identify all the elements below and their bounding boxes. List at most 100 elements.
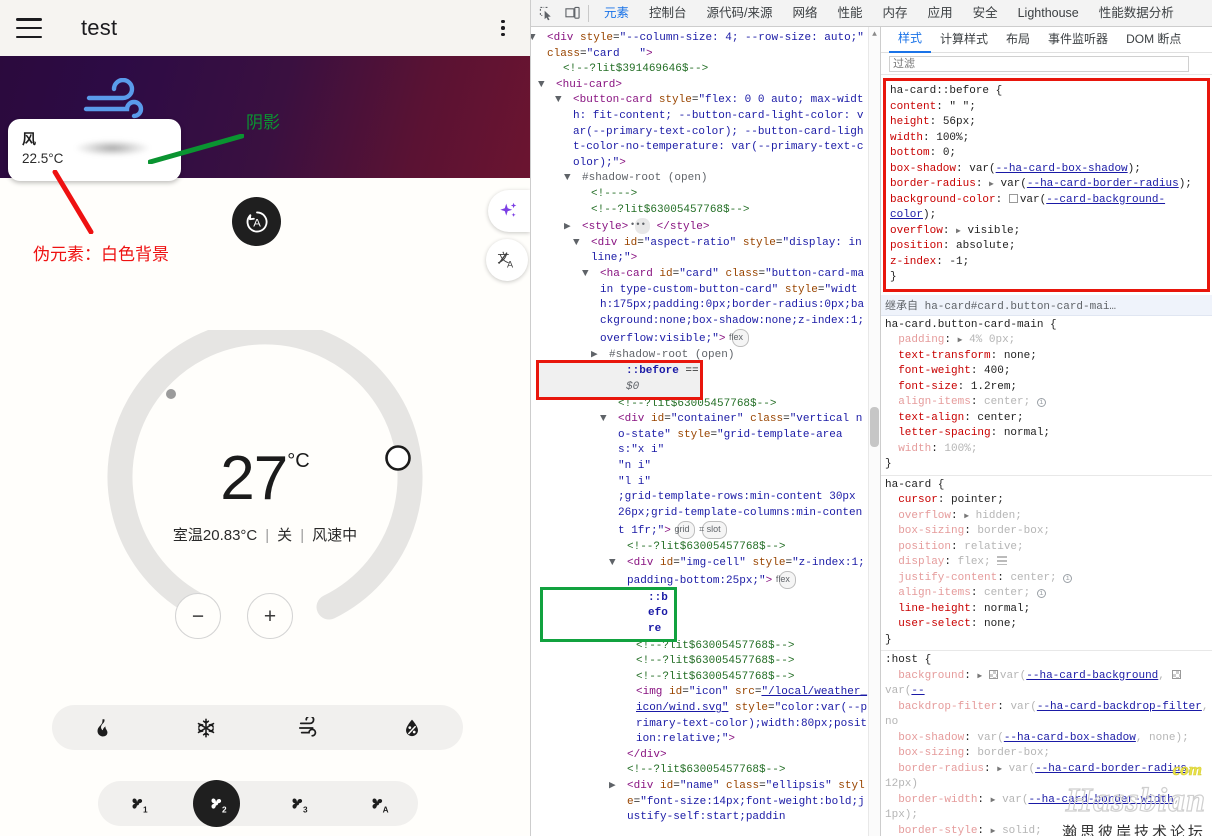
css-selector[interactable]: ha-card::before {	[890, 84, 1203, 100]
tab-dom-breakpoints[interactable]: DOM 断点	[1117, 27, 1190, 52]
dom-node-card-div[interactable]: ▼ <div style="--column-size: 4; --row-siz…	[531, 31, 868, 62]
css-rule-ha-card[interactable]: ha-card { cursor: pointer; overflow: ▶ h…	[881, 476, 1212, 651]
ai-sparkle-button[interactable]	[488, 190, 530, 232]
flex-editor-icon[interactable]	[997, 556, 1008, 565]
thermostat-dial[interactable]: 27°C 室温20.83°C | 关 | 风速中	[105, 319, 425, 630]
ha-toolbar: test	[0, 0, 530, 56]
css-declaration: box-sizing: border-box;	[898, 525, 1051, 537]
info-icon[interactable]: i	[1036, 589, 1046, 598]
kebab-icon[interactable]	[492, 17, 514, 39]
hamburger-icon[interactable]	[16, 18, 42, 38]
tab-computed[interactable]: 计算样式	[931, 27, 997, 52]
dom-comment-lit-3: <!--?lit$63005457768$-->	[627, 541, 786, 553]
dom-scroll-thumb[interactable]	[870, 407, 879, 447]
mode-fan-only[interactable]	[258, 716, 361, 739]
fan-speed-1[interactable]: 1	[98, 793, 178, 815]
home-assistant-panel: test 风 22.5°C 阴影 伪元素：白色背景 A A 27°C 室温20.…	[0, 0, 530, 836]
fan-speed-auto[interactable]: A	[338, 793, 418, 815]
color-swatch[interactable]	[988, 669, 998, 679]
tab-memory[interactable]: 内存	[873, 0, 918, 26]
dom-comment-lit-4: <!--?lit$63005457768$-->	[636, 639, 795, 652]
dom-node-before-selected[interactable]: ::before == $0	[536, 360, 703, 400]
info-icon[interactable]: i	[1063, 573, 1073, 583]
dom-node-shadow-root-2[interactable]: ▶ #shadow-root (open)	[531, 348, 868, 364]
dom-node-shadow-root-1[interactable]: ▼ #shadow-root (open)	[531, 171, 868, 187]
tab-performance-insights[interactable]: 性能数据分析	[1089, 0, 1184, 26]
color-swatch[interactable]	[1008, 193, 1018, 203]
css-declaration: display: flex;	[885, 555, 1212, 571]
temperature-increase-button[interactable]: +	[247, 593, 293, 639]
css-rule-close: }	[885, 633, 892, 646]
dom-comment-lit-5: <!--?lit$63005457768$-->	[636, 655, 795, 668]
dom-node-name-div[interactable]: ▶ <div id="name" class="ellipsis" style="…	[531, 779, 868, 826]
css-declaration: height: 56px;	[890, 116, 976, 128]
tab-sources[interactable]: 源代码/来源	[697, 0, 783, 26]
fan-1-icon: 1	[132, 798, 148, 814]
mode-cool[interactable]	[155, 717, 258, 739]
css-declaration: overflow: ▶ visible;	[890, 224, 1021, 237]
styles-tab-bar: 样式 计算样式 布局 事件监听器 DOM 断点	[881, 27, 1212, 53]
css-declaration: font-size: 1.2rem;	[898, 380, 1018, 393]
tab-console[interactable]: 控制台	[639, 0, 697, 26]
wind-flow-icon	[298, 716, 317, 737]
scroll-up-arrow[interactable]: ▲	[870, 30, 879, 39]
css-rule-close: }	[890, 271, 897, 283]
svg-text:1: 1	[143, 805, 148, 814]
dom-node-style[interactable]: ▶ <style> ••• </style>	[531, 218, 868, 236]
slot-badge[interactable]: ⌗ slot	[699, 521, 727, 539]
screenshot-root: test 风 22.5°C 阴影 伪元素：白色背景 A A 27°C 室温20.…	[0, 0, 1212, 836]
dom-tree-pane[interactable]: ▼ <div style="--column-size: 4; --row-siz…	[531, 27, 880, 836]
css-selector[interactable]: :host {	[885, 653, 1212, 669]
temperature-decrease-button[interactable]: −	[175, 593, 221, 639]
auto-mode-icon: A	[246, 211, 267, 232]
thermostat-readout: 27°C 室温20.83°C | 关 | 风速中	[105, 448, 425, 545]
dom-node-button-card[interactable]: ▼ <button-card style="flex: 0 0 auto; max…	[531, 93, 868, 171]
pseudo-annotation-label: 伪元素：白色背景	[33, 245, 169, 264]
css-rule-ha-card-before[interactable]: ha-card::before { content: " "; height: …	[883, 78, 1210, 292]
tab-elements[interactable]: 元素	[594, 0, 639, 26]
tab-security[interactable]: 安全	[963, 0, 1008, 26]
dom-node-img-icon[interactable]: <img id="icon" src="/local/weather_icon/…	[531, 685, 868, 747]
styles-filter-input[interactable]	[889, 55, 1189, 72]
tab-performance[interactable]: 性能	[828, 0, 873, 26]
fan-2-icon: 2	[211, 798, 227, 814]
tab-layout[interactable]: 布局	[997, 27, 1039, 52]
dom-tree-scrollbar[interactable]: ▲	[868, 27, 880, 836]
grid-badge[interactable]: grid	[674, 521, 696, 539]
auto-mode-badge[interactable]: A	[232, 197, 281, 246]
device-toolbar-icon[interactable]	[561, 2, 583, 24]
current-temperature: 室温20.83°C	[172, 527, 258, 544]
dom-node-container[interactable]: ▼ <div id="container" class="vertical no-…	[531, 412, 868, 540]
dom-node-hui-card[interactable]: ▼ <hui-card>	[531, 78, 868, 94]
css-selector[interactable]: ha-card.button-card-main {	[885, 318, 1212, 334]
fan-speed-2-active[interactable]: 2	[193, 780, 240, 827]
inspect-element-icon[interactable]	[535, 2, 557, 24]
tab-styles[interactable]: 样式	[889, 27, 932, 53]
css-declaration: align-items: center; i	[885, 586, 1212, 602]
devtools-panel: 元素 控制台 源代码/来源 网络 性能 内存 应用 安全 Lighthouse …	[530, 0, 1212, 836]
dom-node-ha-card[interactable]: ▼ <ha-card id="card" class="button-card-m…	[531, 267, 868, 348]
dom-node-aspect-ratio[interactable]: ▼ <div id="aspect-ratio" style="display: …	[531, 236, 868, 267]
mode-dry[interactable]	[360, 717, 463, 739]
thermostat-status: 室温20.83°C | 关 | 风速中	[105, 524, 425, 545]
tab-lighthouse[interactable]: Lighthouse	[1008, 0, 1089, 26]
dom-comment-lit-6: <!--?lit$63005457768$-->	[636, 670, 795, 683]
css-rule-button-card-main[interactable]: ha-card.button-card-main { padding: ▶ 4%…	[881, 316, 1212, 476]
tab-application[interactable]: 应用	[918, 0, 963, 26]
tab-network[interactable]: 网络	[783, 0, 828, 26]
translate-button[interactable]: 文 A	[486, 239, 528, 281]
flex-badge-2[interactable]: flex	[776, 571, 796, 589]
devtools-toolbar: 元素 控制台 源代码/来源 网络 性能 内存 应用 安全 Lighthouse …	[531, 0, 1212, 27]
styles-pane: 样式 计算样式 布局 事件监听器 DOM 断点 ha-card::before …	[880, 27, 1212, 836]
flex-badge[interactable]: flex	[729, 329, 750, 347]
css-declaration: line-height: normal;	[898, 602, 1031, 615]
fan-speed-3[interactable]: 3	[258, 793, 338, 815]
mode-heat[interactable]	[52, 717, 155, 739]
dom-node-img-cell[interactable]: ▼ <div id="img-cell" style="z-index:1;pad…	[531, 556, 868, 590]
info-icon[interactable]: i	[1036, 398, 1046, 407]
css-selector[interactable]: ha-card {	[885, 478, 1212, 494]
dom-node-before-img-cell[interactable]: ::before	[540, 586, 677, 642]
tab-event-listeners[interactable]: 事件监听器	[1039, 27, 1117, 52]
css-declaration: backdrop-filter: var(--ha-card-backdrop-…	[885, 700, 1209, 729]
css-rule-host[interactable]: :host { background: ▶ var(--ha-card-back…	[881, 651, 1212, 836]
